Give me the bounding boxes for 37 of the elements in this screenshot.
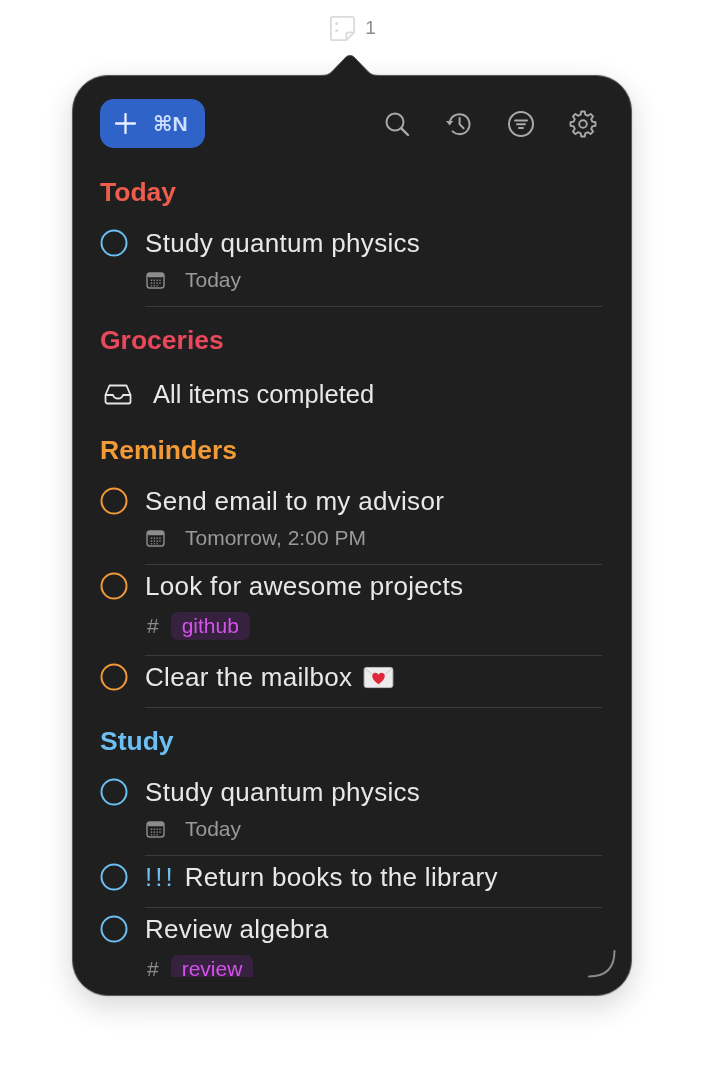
priority-mark: !!! [145, 862, 176, 892]
task-checkbox[interactable] [100, 863, 128, 891]
task-title: Clear the mailbox [145, 662, 353, 692]
list-heading: Reminders [100, 435, 237, 465]
list-heading: Study [100, 726, 174, 756]
task-checkbox[interactable] [100, 915, 128, 943]
task-checkbox[interactable] [100, 663, 128, 691]
calendar-icon [146, 820, 165, 838]
task-checkbox[interactable] [100, 572, 128, 600]
task-title: Send email to my advisor [145, 486, 445, 516]
task-title: Return books to the library [184, 862, 498, 892]
task-title: Look for awesome projects [145, 571, 464, 601]
due-date: Tomorrow, 2:00 PM [185, 527, 366, 549]
due-date: Today [185, 818, 242, 840]
task-title: Study quantum physics [145, 228, 421, 258]
filter-icon[interactable] [507, 109, 535, 138]
due-date: Today [185, 269, 242, 291]
menubar-count: 1 [365, 17, 376, 39]
plus-icon [115, 113, 136, 134]
tag-chip[interactable]: github [170, 612, 250, 640]
task-title: Review algebra [145, 914, 329, 944]
list-heading: Groceries [100, 325, 224, 355]
calendar-icon [146, 529, 165, 547]
empty-list-message: All items completed [153, 379, 375, 409]
hash-symbol: # [147, 615, 159, 637]
task-checkbox[interactable] [100, 229, 128, 257]
tag-chip[interactable]: review [170, 955, 254, 977]
resize-handle-icon[interactable] [588, 950, 616, 978]
new-task-button[interactable]: ⌘N [100, 99, 205, 148]
inbox-icon [104, 383, 132, 405]
calendar-icon [146, 271, 165, 289]
settings-icon[interactable] [569, 109, 597, 138]
task-title: Study quantum physics [145, 777, 421, 807]
hash-symbol: # [147, 958, 159, 977]
task-checkbox[interactable] [100, 487, 128, 515]
list-heading: Today [100, 177, 177, 207]
task-checkbox[interactable] [100, 778, 128, 806]
